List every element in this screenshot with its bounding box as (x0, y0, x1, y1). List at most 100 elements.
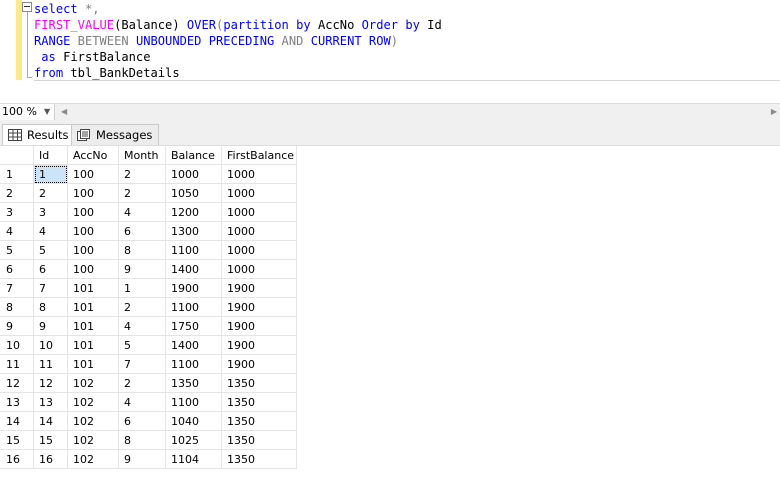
table-row[interactable]: 4 4 100 6 1300 1000 (0, 221, 297, 241)
table-cell[interactable]: 13 (33, 392, 68, 412)
row-number[interactable]: 12 (0, 373, 34, 393)
table-cell[interactable]: 1900 (221, 354, 297, 374)
table-row[interactable]: 8 8 101 2 1100 1900 (0, 297, 297, 317)
row-number[interactable]: 13 (0, 392, 34, 412)
table-cell[interactable]: 2 (118, 373, 166, 393)
table-cell[interactable]: 101 (67, 354, 119, 374)
table-cell[interactable]: 6 (118, 221, 166, 241)
table-cell[interactable]: 102 (67, 373, 119, 393)
table-cell[interactable]: 16 (33, 449, 68, 469)
table-cell[interactable]: 9 (118, 449, 166, 469)
table-cell[interactable]: 1104 (165, 449, 222, 469)
collapse-icon[interactable] (22, 2, 32, 12)
table-row[interactable]: 12 12 102 2 1350 1350 (0, 373, 297, 393)
table-cell[interactable]: 4 (118, 316, 166, 336)
row-number[interactable]: 8 (0, 297, 34, 317)
table-cell[interactable]: 100 (67, 240, 119, 260)
table-row[interactable]: 10 10 101 5 1400 1900 (0, 335, 297, 355)
table-row[interactable]: 9 9 101 4 1750 1900 (0, 316, 297, 336)
table-cell[interactable]: 1100 (165, 392, 222, 412)
table-row[interactable]: 11 11 101 7 1100 1900 (0, 354, 297, 374)
table-cell[interactable]: 1900 (221, 278, 297, 298)
row-number[interactable]: 15 (0, 430, 34, 450)
row-number[interactable]: 1 (0, 164, 34, 184)
table-cell[interactable]: 5 (118, 335, 166, 355)
table-cell[interactable]: 14 (33, 411, 68, 431)
table-row[interactable]: 7 7 101 1 1900 1900 (0, 278, 297, 298)
table-cell[interactable]: 5 (33, 240, 68, 260)
column-header-firstbalance[interactable]: FirstBalance (221, 146, 297, 165)
table-cell[interactable]: 2 (33, 183, 68, 203)
table-cell[interactable]: 100 (67, 183, 119, 203)
table-cell[interactable]: 4 (118, 392, 166, 412)
table-cell[interactable]: 1050 (165, 183, 222, 203)
tab-results[interactable]: Results (2, 124, 76, 145)
table-row[interactable]: 3 3 100 4 1200 1000 (0, 202, 297, 222)
table-cell[interactable]: 1900 (221, 316, 297, 336)
table-cell[interactable]: 7 (118, 354, 166, 374)
row-number[interactable]: 6 (0, 259, 34, 279)
row-number[interactable]: 14 (0, 411, 34, 431)
code-line[interactable]: from tbl_BankDetails (34, 65, 780, 81)
table-cell[interactable]: 1350 (165, 373, 222, 393)
table-row[interactable]: 14 14 102 6 1040 1350 (0, 411, 297, 431)
table-cell[interactable]: 1400 (165, 259, 222, 279)
row-number[interactable]: 5 (0, 240, 34, 260)
table-cell[interactable]: 1000 (221, 183, 297, 203)
table-cell[interactable]: 100 (67, 259, 119, 279)
table-cell[interactable]: 101 (67, 278, 119, 298)
table-cell[interactable]: 1350 (221, 373, 297, 393)
row-number[interactable]: 2 (0, 183, 34, 203)
table-cell[interactable]: 1 (118, 278, 166, 298)
table-cell[interactable]: 1100 (165, 354, 222, 374)
table-row[interactable]: 1 1 100 2 1000 1000 (0, 164, 297, 184)
zoom-select[interactable]: 100 % ▼ (0, 104, 55, 120)
table-cell[interactable]: 102 (67, 449, 119, 469)
row-number[interactable]: 10 (0, 335, 34, 355)
table-row[interactable]: 16 16 102 9 1104 1350 (0, 449, 297, 469)
code-line[interactable]: RANGE BETWEEN UNBOUNDED PRECEDING AND CU… (34, 33, 780, 49)
sql-code[interactable]: select *, FIRST_VALUE(Balance) OVER(parti… (34, 1, 780, 81)
row-number[interactable]: 7 (0, 278, 34, 298)
code-line[interactable]: FIRST_VALUE(Balance) OVER(partition by A… (34, 17, 780, 33)
table-cell[interactable]: 100 (67, 221, 119, 241)
row-number[interactable]: 3 (0, 202, 34, 222)
row-number[interactable]: 9 (0, 316, 34, 336)
table-cell[interactable]: 15 (33, 430, 68, 450)
table-cell[interactable]: 1900 (165, 278, 222, 298)
table-row[interactable]: 15 15 102 8 1025 1350 (0, 430, 297, 450)
table-cell[interactable]: 1000 (221, 221, 297, 241)
query-editor[interactable]: select *, FIRST_VALUE(Balance) OVER(parti… (0, 0, 780, 103)
scroll-left-icon[interactable]: ◀ (61, 104, 67, 120)
table-cell[interactable]: 1 (33, 164, 68, 184)
table-cell[interactable]: 9 (33, 316, 68, 336)
table-cell[interactable]: 11 (33, 354, 68, 374)
table-row[interactable]: 6 6 100 9 1400 1000 (0, 259, 297, 279)
table-cell[interactable]: 1400 (165, 335, 222, 355)
code-line[interactable]: as FirstBalance (34, 49, 780, 65)
column-header-accno[interactable]: AccNo (67, 146, 119, 165)
table-cell[interactable]: 1100 (165, 240, 222, 260)
table-cell[interactable]: 1200 (165, 202, 222, 222)
table-cell[interactable]: 4 (33, 221, 68, 241)
table-cell[interactable]: 101 (67, 297, 119, 317)
table-cell[interactable]: 1025 (165, 430, 222, 450)
table-cell[interactable]: 6 (33, 259, 68, 279)
table-cell[interactable]: 1350 (221, 449, 297, 469)
table-cell[interactable]: 8 (118, 240, 166, 260)
table-cell[interactable]: 1750 (165, 316, 222, 336)
table-cell[interactable]: 9 (118, 259, 166, 279)
table-row[interactable]: 2 2 100 2 1050 1000 (0, 183, 297, 203)
table-cell[interactable]: 10 (33, 335, 68, 355)
table-cell[interactable]: 1900 (221, 297, 297, 317)
table-cell[interactable]: 1000 (221, 259, 297, 279)
table-cell[interactable]: 4 (118, 202, 166, 222)
table-cell[interactable]: 6 (118, 411, 166, 431)
column-header-month[interactable]: Month (118, 146, 166, 165)
table-cell[interactable]: 7 (33, 278, 68, 298)
table-row[interactable]: 5 5 100 8 1100 1000 (0, 240, 297, 260)
tab-messages[interactable]: Messages (71, 124, 160, 145)
table-cell[interactable]: 101 (67, 316, 119, 336)
table-cell[interactable]: 100 (67, 202, 119, 222)
table-cell[interactable]: 1000 (221, 240, 297, 260)
